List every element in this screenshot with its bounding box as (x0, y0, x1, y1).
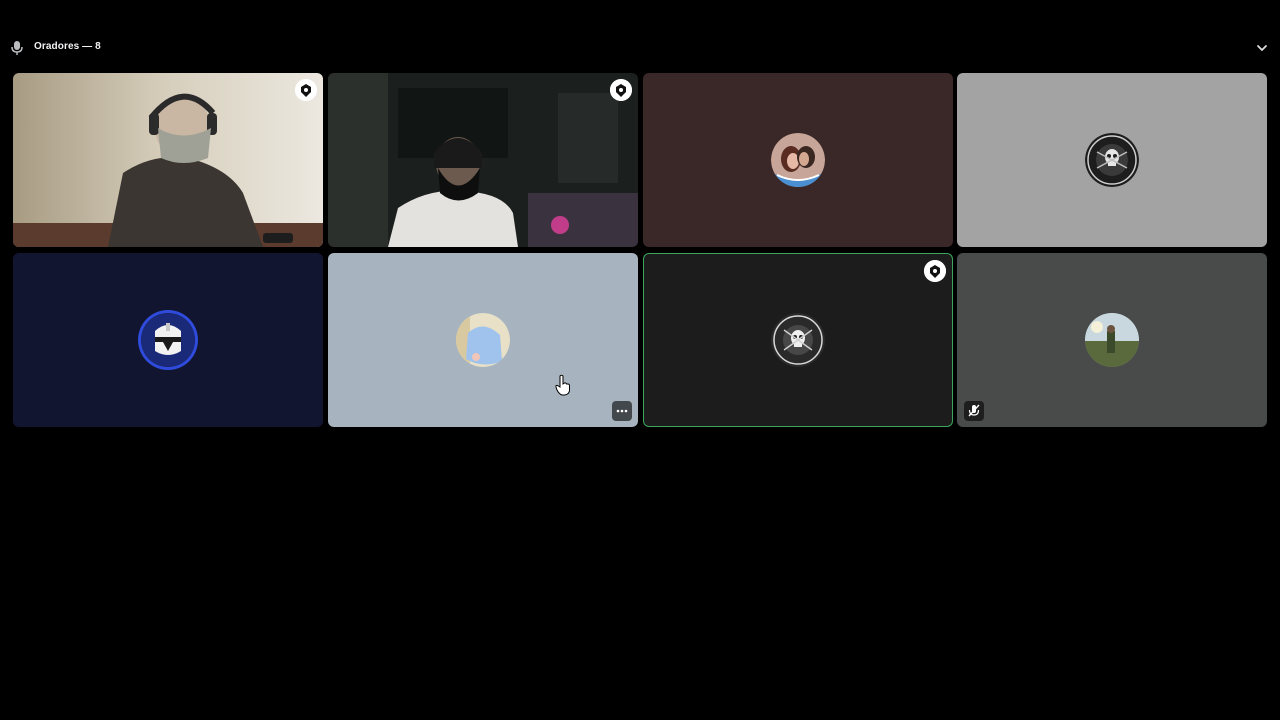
participant-tile-5[interactable] (13, 253, 323, 427)
outdoor-photo-avatar (1085, 313, 1139, 367)
chevron-down-icon[interactable] (1255, 41, 1269, 55)
participant-tile-3[interactable] (643, 73, 953, 247)
speakers-count-title: Oradores — 8 (34, 41, 101, 52)
stage-speakers-header: Oradores — 8 (0, 36, 1280, 60)
participant-tile-2[interactable] (328, 73, 638, 247)
participant-tile-4[interactable] (957, 73, 1267, 247)
clan-azteca-sora-avatar (771, 313, 825, 367)
participant-tile-8[interactable] (957, 253, 1267, 427)
clan-azteca-beto-avatar (1085, 133, 1139, 187)
stage-moderator-icon (610, 79, 632, 101)
participant-video (328, 73, 638, 247)
clone-trooper-avatar (141, 313, 195, 367)
more-options-icon[interactable] (612, 401, 632, 421)
stage-moderator-icon (924, 260, 946, 282)
stage-moderator-icon (295, 79, 317, 101)
participant-tile-7[interactable] (643, 253, 953, 427)
couple-avatar (771, 133, 825, 187)
participant-video (13, 73, 323, 247)
participant-tile-6[interactable] (328, 253, 638, 427)
participant-tile-1[interactable] (13, 73, 323, 247)
mic-muted-icon (964, 401, 984, 421)
microphone-icon (11, 41, 23, 55)
blue-figure-avatar (456, 313, 510, 367)
